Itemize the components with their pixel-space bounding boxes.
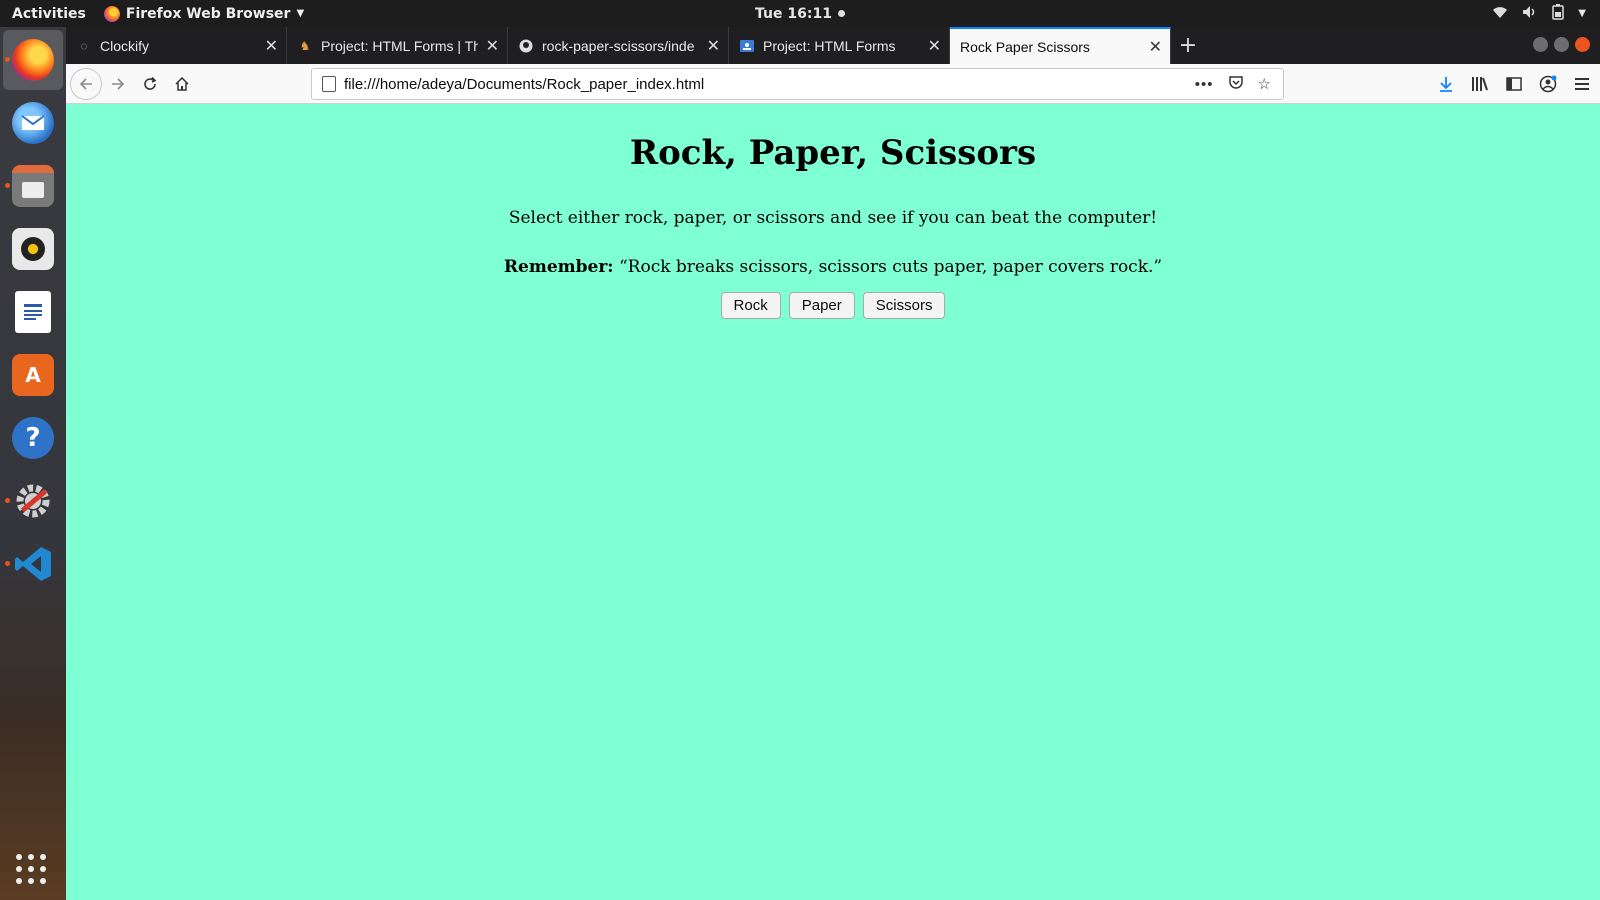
app-menu[interactable]: Firefox Web Browser ▼ <box>103 5 305 22</box>
clock[interactable]: Tue 16:11 <box>755 6 845 22</box>
page-title: Rock, Paper, Scissors <box>629 133 1037 173</box>
paper-button[interactable]: Paper <box>788 292 855 319</box>
account-icon[interactable] <box>1536 68 1560 100</box>
home-button[interactable] <box>166 68 198 100</box>
dock-item-files[interactable] <box>3 156 63 216</box>
hamburger-menu-icon[interactable] <box>1570 68 1594 100</box>
bookmark-star-icon[interactable]: ☆ <box>1258 75 1271 93</box>
battery-icon <box>1552 3 1565 24</box>
chevron-down-icon: ▼ <box>1578 8 1586 19</box>
tab-strip: ◌ Clockify ✕ ♞ Project: HTML Forms | Th … <box>66 27 1600 64</box>
app-menu-label: Firefox Web Browser <box>125 5 291 22</box>
page-actions-icon[interactable]: ••• <box>1195 76 1214 93</box>
tab-clockify[interactable]: ◌ Clockify ✕ <box>66 27 287 64</box>
dock-item-vscode[interactable] <box>3 534 63 594</box>
back-button[interactable] <box>70 67 102 100</box>
dock-item-thunderbird[interactable] <box>3 93 63 153</box>
url-text[interactable]: file:///home/adeya/Documents/Rock_paper_… <box>344 76 1195 93</box>
notification-dot-icon <box>837 10 845 17</box>
dock-item-settings[interactable] <box>3 471 63 531</box>
dock-item-rhythmbox[interactable] <box>3 219 63 279</box>
remember-label: Remember: <box>503 257 614 277</box>
dock-item-help[interactable]: ? <box>3 408 63 468</box>
activities-button[interactable]: Activities <box>12 6 86 22</box>
downloads-icon[interactable] <box>1434 68 1458 100</box>
chevron-down-icon: ▼ <box>296 8 305 19</box>
close-window-button[interactable] <box>1575 37 1590 52</box>
tab-odin-project[interactable]: ♞ Project: HTML Forms | Th ✕ <box>287 27 508 64</box>
help-icon: ? <box>12 417 54 459</box>
volume-icon <box>1522 5 1538 23</box>
close-icon[interactable]: ✕ <box>928 36 941 56</box>
firefox-window: ◌ Clockify ✕ ♞ Project: HTML Forms | Th … <box>66 27 1600 900</box>
github-icon <box>518 38 534 54</box>
remember-quote: “Rock breaks scissors, scissors cuts pap… <box>618 257 1163 277</box>
page-icon <box>322 76 336 92</box>
page-content: Rock, Paper, Scissors Select either rock… <box>66 104 1600 900</box>
wifi-icon <box>1492 5 1508 23</box>
system-top-bar: Activities Firefox Web Browser ▼ Tue 16:… <box>0 0 1600 27</box>
tab-rock-paper-scissors[interactable]: Rock Paper Scissors ✕ <box>950 27 1171 64</box>
sidebar-icon[interactable] <box>1502 68 1526 100</box>
odin-project-icon: ♞ <box>299 38 311 53</box>
clockify-icon: ◌ <box>80 38 88 53</box>
address-bar[interactable]: file:///home/adeya/Documents/Rock_paper_… <box>311 68 1284 100</box>
reload-button[interactable] <box>134 68 166 100</box>
show-applications-icon[interactable] <box>16 854 46 884</box>
tab-label: rock-paper-scissors/inde <box>542 37 695 54</box>
library-icon[interactable] <box>1468 68 1492 100</box>
tab-label: Project: HTML Forms <box>763 37 896 54</box>
window-controls <box>1533 37 1590 52</box>
dock-item-software[interactable]: A <box>3 345 63 405</box>
tab-label: Rock Paper Scissors <box>960 38 1090 55</box>
files-icon <box>12 165 54 207</box>
scissors-button[interactable]: Scissors <box>862 292 946 319</box>
remember-text: Remember: “Rock breaks scissors, scissor… <box>66 257 1600 277</box>
close-icon[interactable]: ✕ <box>1149 37 1162 57</box>
running-indicator <box>5 498 10 503</box>
maximize-button[interactable] <box>1554 37 1569 52</box>
system-tray[interactable]: ▼ <box>1492 3 1586 24</box>
choice-buttons: Rock Paper Scissors <box>66 292 1600 319</box>
running-indicator <box>5 183 10 188</box>
clock-label: Tue 16:11 <box>755 5 832 22</box>
pocket-icon[interactable] <box>1228 74 1244 94</box>
tab-label: Clockify <box>100 37 150 54</box>
writer-icon <box>15 291 51 333</box>
new-tab-button[interactable]: + <box>1171 27 1205 64</box>
speaker-icon <box>12 228 54 270</box>
firefox-icon <box>103 5 120 22</box>
navigation-toolbar: file:///home/adeya/Documents/Rock_paper_… <box>66 64 1600 104</box>
firefox-icon <box>12 39 54 81</box>
tab-label: Project: HTML Forms | Th <box>321 37 478 54</box>
forward-button[interactable] <box>102 68 134 100</box>
thunderbird-icon <box>12 102 54 144</box>
close-icon[interactable]: ✕ <box>265 36 278 56</box>
running-indicator <box>5 57 10 62</box>
close-icon[interactable]: ✕ <box>707 36 720 56</box>
dock: A ? <box>0 27 66 900</box>
settings-icon <box>12 480 54 522</box>
intro-text: Select either rock, paper, or scissors a… <box>508 208 1158 228</box>
dock-item-writer[interactable] <box>3 282 63 342</box>
store-icon: A <box>12 354 54 396</box>
dock-item-firefox[interactable] <box>3 30 63 90</box>
close-icon[interactable]: ✕ <box>486 36 499 56</box>
minimize-button[interactable] <box>1533 37 1548 52</box>
vscode-icon <box>12 543 54 585</box>
tab-google-classroom[interactable]: Project: HTML Forms ✕ <box>729 27 950 64</box>
classroom-icon <box>739 38 755 54</box>
running-indicator <box>5 561 10 566</box>
tab-github[interactable]: rock-paper-scissors/inde ✕ <box>508 27 729 64</box>
rock-button[interactable]: Rock <box>720 292 781 319</box>
